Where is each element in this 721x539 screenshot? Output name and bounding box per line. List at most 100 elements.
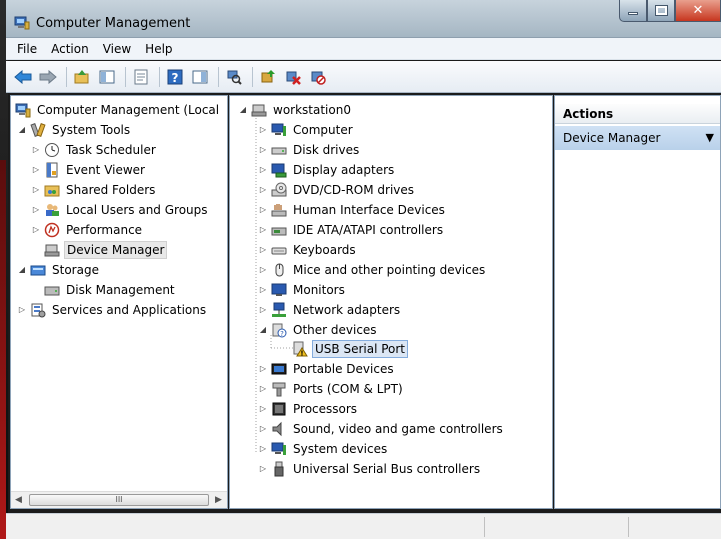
properties-icon[interactable] bbox=[130, 66, 152, 88]
tree-item-shared-folders[interactable]: ▷ Shared Folders bbox=[31, 180, 157, 199]
collapsed-arrow-icon[interactable]: ▷ bbox=[258, 145, 268, 155]
device-label: Network adapters bbox=[293, 302, 401, 317]
tree-label: Storage bbox=[52, 262, 99, 277]
up-folder-icon[interactable] bbox=[71, 66, 93, 88]
maximize-button[interactable] bbox=[647, 0, 675, 22]
collapsed-arrow-icon[interactable]: ▷ bbox=[258, 265, 268, 275]
collapsed-arrow-icon[interactable]: ▷ bbox=[258, 364, 268, 374]
tree-item-event-viewer[interactable]: ▷ Event Viewer bbox=[31, 160, 147, 179]
tree-item-disk-management[interactable]: Disk Management bbox=[44, 280, 177, 299]
collapsed-arrow-icon[interactable]: ▷ bbox=[31, 225, 41, 235]
collapsed-arrow-icon[interactable]: ▷ bbox=[31, 185, 41, 195]
back-icon[interactable] bbox=[12, 66, 34, 88]
device-node-dvd-drives[interactable]: ▷ DVD/CD-ROM drives bbox=[258, 180, 416, 199]
close-button[interactable]: ✕ bbox=[675, 0, 721, 22]
scroll-left-icon[interactable]: ◀ bbox=[15, 495, 22, 505]
disable-device-icon[interactable] bbox=[307, 66, 329, 88]
tree-item-storage[interactable]: ◢ Storage bbox=[17, 260, 101, 279]
expanded-arrow-icon[interactable]: ◢ bbox=[238, 105, 248, 115]
actions-pane: Actions Device Manager ▼ bbox=[554, 95, 721, 509]
device-label: Display adapters bbox=[293, 162, 395, 177]
tree-item-task-scheduler[interactable]: ▷ Task Scheduler bbox=[31, 140, 158, 159]
uninstall-icon[interactable] bbox=[282, 66, 304, 88]
collapsed-arrow-icon[interactable]: ▷ bbox=[258, 125, 268, 135]
device-label: Processors bbox=[293, 401, 358, 416]
toolbar-separator bbox=[66, 66, 67, 87]
device-node-ide-controllers[interactable]: ▷ IDE ATA/ATAPI controllers bbox=[258, 220, 445, 239]
menu-action[interactable]: Action bbox=[44, 42, 96, 56]
device-tree[interactable]: ◢ workstation0 ▷ Computer ▷ Disk drives … bbox=[229, 95, 553, 509]
collapsed-arrow-icon[interactable]: ▷ bbox=[258, 444, 268, 454]
scrollbar-thumb[interactable]: III bbox=[29, 494, 209, 506]
tree-item-device-manager[interactable]: Device Manager bbox=[44, 240, 168, 259]
show-hide-tree-icon[interactable] bbox=[96, 66, 118, 88]
device-node-monitors[interactable]: ▷ Monitors bbox=[258, 280, 347, 299]
collapsed-arrow-icon[interactable]: ▷ bbox=[258, 285, 268, 295]
device-node-workstation0[interactable]: ◢ workstation0 bbox=[238, 100, 353, 119]
device-node-mice[interactable]: ▷ Mice and other pointing devices bbox=[258, 260, 487, 279]
unknown-device-icon: ? bbox=[271, 322, 287, 338]
ide-controller-icon bbox=[271, 222, 287, 238]
device-node-keyboards[interactable]: ▷ Keyboards bbox=[258, 240, 358, 259]
menu-view[interactable]: View bbox=[96, 42, 138, 56]
device-node-sound-video[interactable]: ▷ Sound, video and game controllers bbox=[258, 419, 505, 438]
minimize-button[interactable] bbox=[619, 0, 647, 22]
scroll-right-icon[interactable]: ▶ bbox=[215, 495, 222, 505]
tree-label: Disk Management bbox=[66, 282, 175, 297]
scan-hardware-icon[interactable] bbox=[223, 66, 245, 88]
tree-label: Shared Folders bbox=[66, 182, 156, 197]
device-node-system-devices[interactable]: ▷ System devices bbox=[258, 439, 389, 458]
toolbar-separator bbox=[159, 66, 160, 87]
device-node-hid[interactable]: ▷ Human Interface Devices bbox=[258, 200, 447, 219]
device-label: Computer bbox=[293, 122, 353, 137]
device-node-computer[interactable]: ▷ Computer bbox=[258, 120, 355, 139]
collapsed-arrow-icon[interactable]: ▷ bbox=[31, 145, 41, 155]
collapsed-arrow-icon[interactable]: ▷ bbox=[258, 225, 268, 235]
collapsed-arrow-icon[interactable]: ▷ bbox=[17, 305, 27, 315]
expanded-arrow-icon[interactable]: ◢ bbox=[17, 125, 27, 135]
tree-item-services-applications[interactable]: ▷ Services and Applications bbox=[17, 300, 208, 319]
device-node-processors[interactable]: ▷ Processors bbox=[258, 399, 359, 418]
device-node-display-adapters[interactable]: ▷ Display adapters bbox=[258, 160, 396, 179]
device-node-ports[interactable]: ▷ Ports (COM & LPT) bbox=[258, 379, 405, 398]
expanded-arrow-icon[interactable]: ◢ bbox=[258, 325, 268, 335]
collapsed-arrow-icon[interactable]: ▷ bbox=[258, 185, 268, 195]
scrollbar-grip: III bbox=[115, 495, 123, 504]
collapsed-arrow-icon[interactable]: ▷ bbox=[258, 245, 268, 255]
title-bar[interactable]: Computer Management ✕ bbox=[6, 0, 721, 38]
expanded-arrow-icon[interactable]: ◢ bbox=[17, 265, 27, 275]
tree-item-local-users-groups[interactable]: ▷ Local Users and Groups bbox=[31, 200, 210, 219]
device-node-disk-drives[interactable]: ▷ Disk drives bbox=[258, 140, 361, 159]
console-tree[interactable]: Computer Management (Local ◢ System Tool… bbox=[10, 95, 228, 509]
collapsed-arrow-icon[interactable]: ▷ bbox=[258, 165, 268, 175]
computer-icon bbox=[271, 122, 287, 138]
device-node-usb-serial-port[interactable]: ! USB Serial Port bbox=[292, 339, 409, 358]
help-icon[interactable]: ? bbox=[164, 66, 186, 88]
collapsed-arrow-icon[interactable]: ▷ bbox=[258, 305, 268, 315]
update-driver-icon[interactable] bbox=[257, 66, 279, 88]
tree-item-computer-management[interactable]: Computer Management (Local bbox=[15, 100, 221, 119]
tree-item-system-tools[interactable]: ◢ System Tools bbox=[17, 120, 132, 139]
device-node-other-devices[interactable]: ◢ ? Other devices bbox=[258, 320, 379, 339]
tree-label: Device Manager bbox=[64, 240, 168, 259]
menu-file[interactable]: File bbox=[10, 42, 44, 56]
show-hide-action-pane-icon[interactable] bbox=[189, 66, 211, 88]
collapse-arrow-icon[interactable]: ▼ bbox=[706, 126, 714, 150]
network-adapter-icon bbox=[271, 302, 287, 318]
collapsed-arrow-icon[interactable]: ▷ bbox=[258, 464, 268, 474]
collapsed-arrow-icon[interactable]: ▷ bbox=[258, 404, 268, 414]
collapsed-arrow-icon[interactable]: ▷ bbox=[31, 165, 41, 175]
actions-device-manager[interactable]: Device Manager ▼ bbox=[555, 126, 720, 150]
device-node-network-adapters[interactable]: ▷ Network adapters bbox=[258, 300, 402, 319]
collapsed-arrow-icon[interactable]: ▷ bbox=[258, 205, 268, 215]
collapsed-arrow-icon[interactable]: ▷ bbox=[258, 424, 268, 434]
menu-help[interactable]: Help bbox=[138, 42, 179, 56]
close-icon: ✕ bbox=[692, 3, 704, 18]
forward-icon[interactable] bbox=[37, 66, 59, 88]
horizontal-scrollbar[interactable]: ◀ III ▶ bbox=[11, 491, 227, 508]
collapsed-arrow-icon[interactable]: ▷ bbox=[31, 205, 41, 215]
tree-item-performance[interactable]: ▷ Performance bbox=[31, 220, 144, 239]
device-node-portable-devices[interactable]: ▷ Portable Devices bbox=[258, 359, 396, 378]
collapsed-arrow-icon[interactable]: ▷ bbox=[258, 384, 268, 394]
device-node-usb-controllers[interactable]: ▷ Universal Serial Bus controllers bbox=[258, 459, 482, 478]
